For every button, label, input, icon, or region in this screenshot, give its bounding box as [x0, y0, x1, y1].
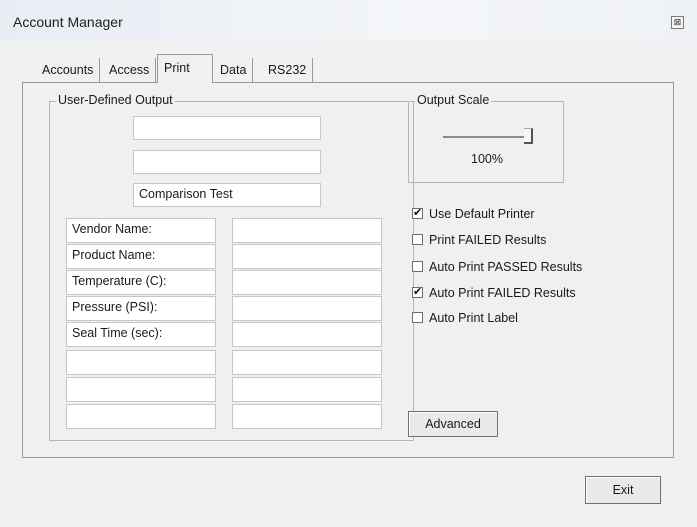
output-value-field[interactable]	[232, 270, 382, 295]
output-value-field[interactable]	[232, 244, 382, 269]
print-failed-results-checkbox[interactable]	[412, 234, 423, 245]
output-scale-value: 100%	[471, 152, 503, 166]
output-value-field[interactable]	[232, 322, 382, 347]
output-label-field[interactable]: Product Name:	[66, 244, 216, 269]
output-header-field-3[interactable]: Comparison Test	[133, 183, 321, 207]
tab-accounts[interactable]: Accounts	[36, 58, 101, 82]
output-value-field[interactable]	[232, 350, 382, 375]
window-title: Account Manager	[13, 14, 123, 30]
auto-print-failed-results-label: Auto Print FAILED Results	[429, 286, 576, 300]
advanced-button[interactable]: Advanced	[408, 411, 498, 437]
auto-print-label-checkbox[interactable]	[412, 312, 423, 323]
use-default-printer-checkbox[interactable]: ✔	[412, 208, 423, 219]
output-value-field[interactable]	[232, 377, 382, 402]
output-scale-label: Output Scale	[415, 93, 492, 107]
output-scale-slider-track[interactable]	[443, 136, 533, 138]
tab-label: Data	[220, 63, 247, 77]
auto-print-label-label: Auto Print Label	[429, 311, 518, 325]
tab-label: Access	[109, 63, 150, 77]
user-defined-output-group: User-Defined Output Comparison Test Vend…	[49, 93, 414, 441]
output-label-field[interactable]: Vendor Name:	[66, 218, 216, 243]
output-scale-group: Output Scale 100%	[408, 93, 564, 183]
use-default-printer-label: Use Default Printer	[429, 207, 535, 221]
output-header-field-1[interactable]	[133, 116, 321, 140]
exit-button[interactable]: Exit	[585, 476, 661, 504]
tab-print[interactable]: Print	[157, 54, 213, 83]
output-value-field[interactable]	[232, 218, 382, 243]
output-header-field-2[interactable]	[133, 150, 321, 174]
close-icon[interactable]: ⊠	[671, 16, 684, 29]
output-label-field[interactable]: Pressure (PSI):	[66, 296, 216, 321]
output-label-field[interactable]	[66, 377, 216, 402]
tab-label: Accounts	[42, 63, 94, 77]
tab-label: RS232	[268, 63, 307, 77]
tab-data[interactable]: Data	[214, 58, 254, 82]
output-value-field[interactable]	[232, 404, 382, 429]
output-label-field[interactable]: Seal Time (sec):	[66, 322, 216, 347]
output-label-field[interactable]	[66, 350, 216, 375]
output-value-field[interactable]	[232, 296, 382, 321]
user-defined-output-label: User-Defined Output	[56, 93, 175, 107]
title-bar[interactable]: Account Manager ⊠	[0, 0, 697, 40]
auto-print-failed-results-checkbox[interactable]: ✔	[412, 287, 423, 298]
print-tab-panel: User-Defined Output Comparison Test Vend…	[22, 82, 674, 458]
print-failed-results-label: Print FAILED Results	[429, 233, 547, 247]
output-label-field[interactable]: Temperature (C):	[66, 270, 216, 295]
tab-label: Print	[164, 61, 190, 75]
tab-rs232[interactable]: RS232	[262, 58, 314, 82]
account-manager-window: Account Manager ⊠ Accounts Access Print …	[0, 0, 697, 527]
output-label-field[interactable]	[66, 404, 216, 429]
auto-print-passed-results-checkbox[interactable]	[412, 261, 423, 272]
tab-access[interactable]: Access	[103, 58, 157, 82]
output-scale-slider-thumb[interactable]	[524, 128, 533, 144]
auto-print-passed-results-label: Auto Print PASSED Results	[429, 260, 583, 274]
